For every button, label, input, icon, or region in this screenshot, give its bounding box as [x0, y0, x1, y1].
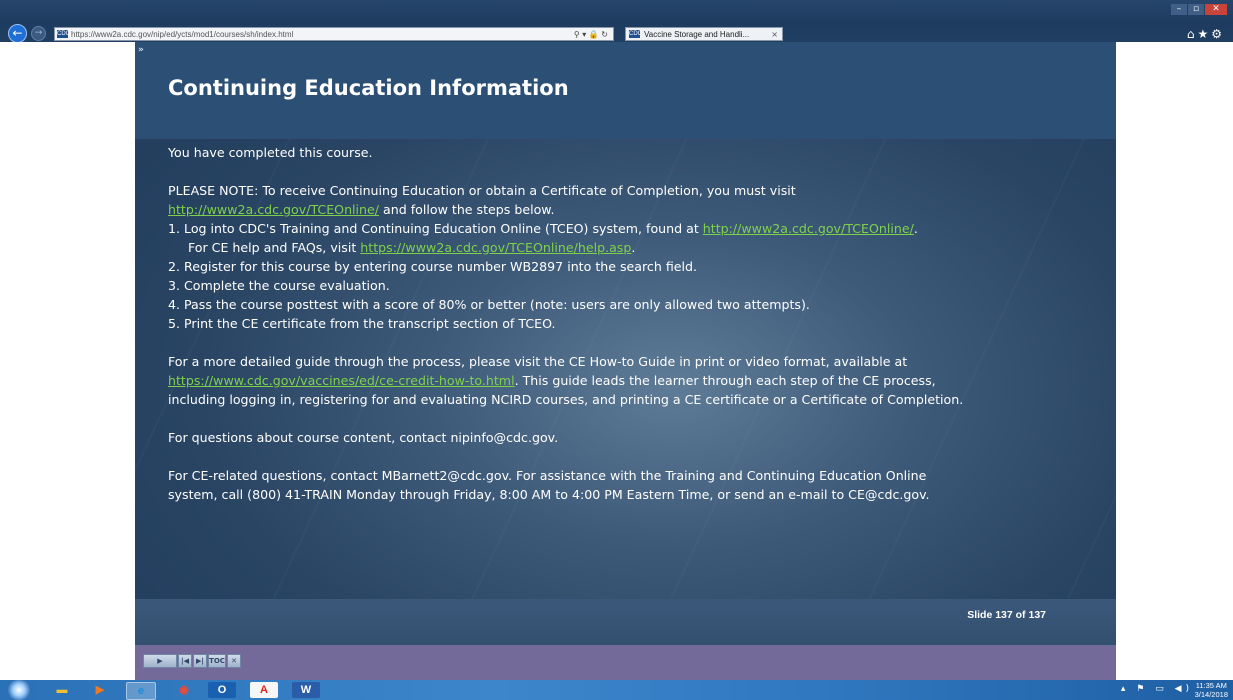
- media-player-icon[interactable]: ▶: [86, 682, 114, 698]
- address-bar[interactable]: CDC https://www2a.cdc.gov/nip/ed/ycts/mo…: [54, 27, 614, 41]
- close-window-button[interactable]: ✕: [1205, 4, 1227, 15]
- outlook-icon[interactable]: O: [208, 682, 236, 698]
- windows-taskbar: ▬ ▶ e ◉ O A W ▴ ⚑ ▭ ◀) 11:35 AM 3/14/201…: [0, 680, 1233, 700]
- close-player-button[interactable]: ✕: [227, 654, 241, 668]
- step-3: 3. Complete the course evaluation.: [168, 278, 390, 293]
- word-icon[interactable]: W: [292, 682, 320, 698]
- file-explorer-icon[interactable]: ▬: [48, 682, 76, 698]
- browser-toolbar-icons[interactable]: ⌂★⚙: [1187, 27, 1225, 41]
- acrobat-icon[interactable]: A: [250, 682, 278, 698]
- toc-button[interactable]: TOC: [208, 654, 226, 668]
- slide: » Continuing Education Information You h…: [135, 42, 1116, 599]
- guide-line-1: For a more detailed guide through the pr…: [168, 354, 908, 369]
- ce-questions-line-1: For CE-related questions, contact MBarne…: [168, 468, 927, 483]
- player-controls: ▶ |◀ ▶| TOC ✕: [143, 654, 241, 668]
- tceonline-link[interactable]: http://www2a.cdc.gov/TCEOnline/: [168, 202, 379, 217]
- tab-close-icon[interactable]: ×: [771, 28, 778, 41]
- tab-vaccine-storage[interactable]: CDC Vaccine Storage and Handli... ×: [625, 27, 783, 41]
- ce-how-to-link[interactable]: https://www.cdc.gov/vaccines/ed/ce-credi…: [168, 373, 515, 388]
- tceonline-link-step1[interactable]: http://www2a.cdc.gov/TCEOnline/: [703, 221, 914, 236]
- completed-message: You have completed this course.: [168, 145, 373, 160]
- clock[interactable]: 11:35 AM 3/14/2018: [1195, 681, 1228, 699]
- step-1-help: For CE help and FAQs, visit https://www2…: [168, 238, 1108, 257]
- internet-explorer-icon[interactable]: e: [126, 682, 156, 700]
- browser-chrome: ← → CDC https://www2a.cdc.gov/nip/ed/yct…: [0, 0, 1233, 43]
- slide-footer: Slide 137 of 137: [135, 599, 1116, 645]
- step-1-help-tail: .: [631, 240, 636, 255]
- course-player: » Continuing Education Information You h…: [135, 42, 1116, 687]
- expand-sidebar-button[interactable]: »: [138, 45, 144, 55]
- favorites-star-icon[interactable]: ★: [1197, 27, 1211, 41]
- start-button[interactable]: [6, 680, 32, 700]
- site-favicon-icon: CDC: [57, 30, 70, 38]
- step-1-help-text: For CE help and FAQs, visit: [188, 240, 361, 255]
- step-4: 4. Pass the course posttest with a score…: [168, 297, 810, 312]
- step-1-text: 1. Log into CDC's Training and Continuin…: [168, 221, 703, 236]
- minimize-button[interactable]: –: [1171, 4, 1188, 15]
- note-line-1: PLEASE NOTE: To receive Continuing Educa…: [168, 183, 796, 198]
- tab-title: Vaccine Storage and Handli...: [644, 30, 750, 39]
- chrome-icon[interactable]: ◉: [170, 682, 198, 698]
- address-bar-icons[interactable]: ⚲ ▾ 🔒 ↻: [574, 28, 608, 41]
- ce-questions-line-2: system, call (800) 41-TRAIN Monday throu…: [168, 487, 930, 502]
- guide-line-2: https://www.cdc.gov/vaccines/ed/ce-credi…: [168, 371, 1108, 390]
- step-1: 1. Log into CDC's Training and Continuin…: [168, 219, 1108, 238]
- first-slide-button[interactable]: |◀: [178, 654, 192, 668]
- step-2: 2. Register for this course by entering …: [168, 259, 698, 274]
- tab-favicon-icon: CDC: [629, 30, 642, 38]
- guide-tail: . This guide leads the learner through e…: [514, 373, 936, 388]
- step-1-tail: .: [913, 221, 918, 236]
- note-tail: and follow the steps below.: [379, 202, 555, 217]
- home-icon[interactable]: ⌂: [1187, 27, 1198, 41]
- note-line-2: http://www2a.cdc.gov/TCEOnline/ and foll…: [168, 200, 1108, 219]
- window-controls: – ▫ ✕: [1171, 4, 1227, 16]
- clock-time: 11:35 AM: [1195, 681, 1227, 690]
- back-button[interactable]: ←: [8, 24, 27, 43]
- last-slide-button[interactable]: ▶|: [193, 654, 207, 668]
- system-tray[interactable]: ▴ ⚑ ▭ ◀): [1121, 684, 1193, 694]
- browser-viewport: » Continuing Education Information You h…: [0, 42, 1233, 687]
- clock-date: 3/14/2018: [1194, 690, 1228, 699]
- slide-title: Continuing Education Information: [168, 76, 569, 100]
- content-questions: For questions about course content, cont…: [168, 430, 559, 445]
- forward-button[interactable]: →: [31, 26, 46, 41]
- gear-icon[interactable]: ⚙: [1211, 27, 1225, 41]
- step-5: 5. Print the CE certificate from the tra…: [168, 316, 556, 331]
- slide-header: » Continuing Education Information: [135, 42, 1116, 139]
- slide-body: You have completed this course. PLEASE N…: [168, 143, 1108, 504]
- slide-number: Slide 137 of 137: [967, 609, 1046, 621]
- help-link[interactable]: https://www2a.cdc.gov/TCEOnline/help.asp: [360, 240, 631, 255]
- maximize-button[interactable]: ▫: [1188, 4, 1205, 15]
- play-button[interactable]: ▶: [143, 654, 177, 668]
- url-text[interactable]: https://www2a.cdc.gov/nip/ed/ycts/mod1/c…: [71, 28, 293, 41]
- guide-line-3: including logging in, registering for an…: [168, 392, 964, 407]
